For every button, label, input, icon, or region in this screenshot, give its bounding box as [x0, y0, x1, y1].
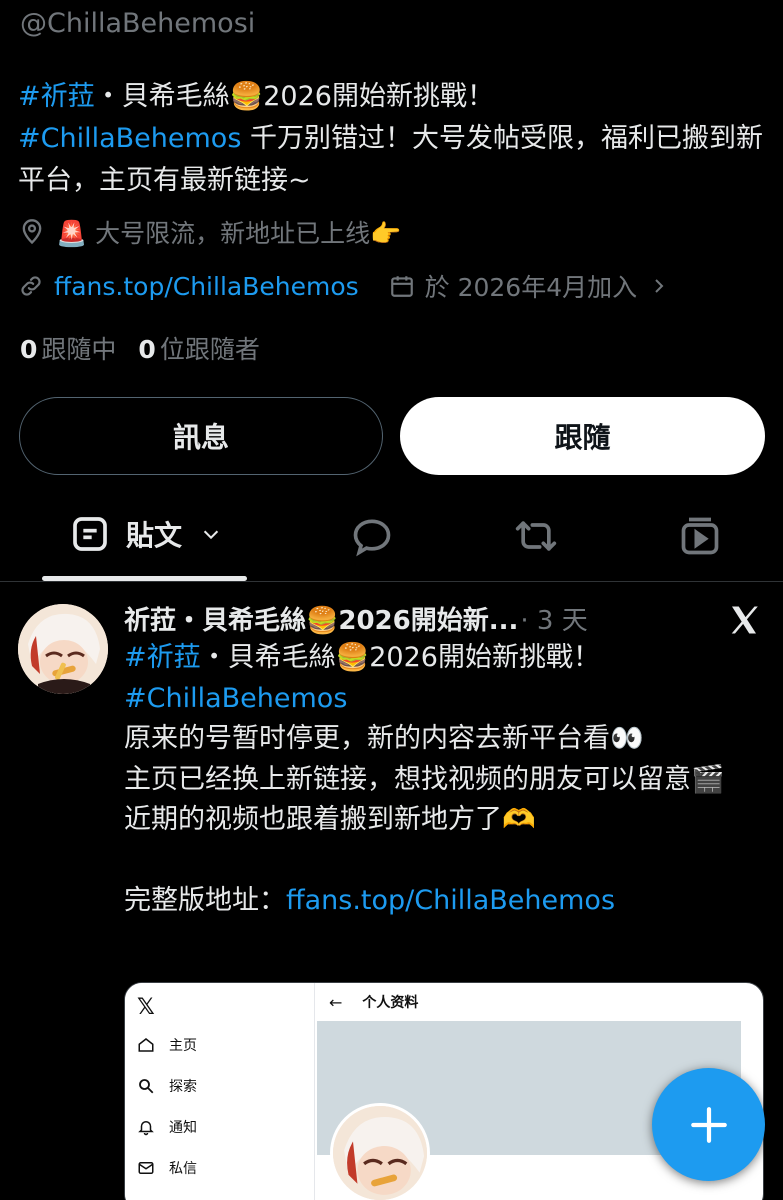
- bio-hashtag-chillabehemos[interactable]: #ChillaBehemos: [18, 123, 241, 154]
- profile-joined: 於 2026年4月加入: [389, 268, 669, 304]
- location-pin-icon: [22, 219, 42, 245]
- followers-count: 0: [138, 335, 156, 364]
- post-time[interactable]: · 3 天: [520, 600, 587, 637]
- mail-icon: [137, 1159, 155, 1177]
- embed-nav-notifications-label: 通知: [169, 1120, 197, 1136]
- embed-nav-messages: 私信: [137, 1158, 197, 1178]
- tab-posts[interactable]: 貼文: [70, 514, 222, 554]
- plus-icon: [690, 1106, 727, 1143]
- calendar-icon: [390, 276, 413, 297]
- post-hashtag-chillabehemos[interactable]: #ChillaBehemos: [124, 683, 347, 714]
- embed-title: 个人资料: [362, 995, 419, 1011]
- chevron-down-icon[interactable]: [200, 523, 222, 545]
- chevron-right-icon[interactable]: [649, 274, 669, 298]
- profile-location: 🚨 大号限流，新地址已上线👉: [18, 214, 401, 250]
- post-line3: 原来的号暂时停更，新的内容去新平台看👀: [124, 723, 644, 754]
- embed-nav-explore-label: 探索: [169, 1079, 197, 1095]
- follow-button[interactable]: 跟隨: [400, 397, 765, 475]
- post-line1: ・貝希毛絲🍔2026開始新挑戰！: [200, 642, 600, 673]
- bell-icon: [137, 1118, 155, 1136]
- embed-nav-messages-label: 私信: [169, 1161, 197, 1177]
- location-text: 🚨 大号限流，新地址已上线👉: [56, 219, 402, 248]
- post-text: #祈菈・貝希毛絲🍔2026開始新挑戰！ #ChillaBehemos 原来的号暂…: [124, 638, 769, 921]
- tab-active-indicator: [42, 576, 247, 581]
- post-line4: 主页已经换上新链接，想找视频的朋友可以留意🎬: [124, 763, 725, 795]
- post-line5: 近期的视频也跟着搬到新地方了🫶: [124, 804, 536, 835]
- avatar-image: [18, 604, 108, 694]
- compose-button[interactable]: [652, 1068, 765, 1181]
- profile-bio: #祈菈・貝希毛絲🍔2026開始新挑戰！ #ChillaBehemos 千万别错过…: [18, 76, 768, 202]
- embed-nav-explore: 探索: [137, 1076, 197, 1096]
- back-arrow-icon: ←: [329, 992, 343, 1012]
- repost-icon: [515, 521, 557, 551]
- message-button[interactable]: 訊息: [19, 397, 383, 475]
- post-hashtag-chilla[interactable]: #祈菈: [124, 642, 201, 673]
- followers-label: 位跟隨者: [159, 335, 260, 364]
- post-line6-prefix: 完整版地址：: [124, 884, 286, 916]
- post-header: 祈菈・貝希毛絲🍔2026開始新... · 3 天: [124, 600, 588, 637]
- avatar[interactable]: [18, 604, 108, 694]
- profile-handle: @ChillaBehemosi: [20, 8, 256, 39]
- profile-meta-row: ffans.top/ChillaBehemos 於 2026年4月加入: [18, 268, 669, 304]
- embed-nav-home: 主页: [137, 1035, 197, 1055]
- x-logo-icon: [731, 606, 758, 634]
- tab-reposts[interactable]: [513, 514, 559, 558]
- following-stat[interactable]: 0 跟隨中: [20, 330, 116, 366]
- tab-replies[interactable]: [350, 514, 394, 558]
- tab-posts-label: 貼文: [126, 519, 183, 552]
- post-author-name[interactable]: 祈菈・貝希毛絲🍔2026開始新...: [124, 600, 518, 637]
- embed-nav-home-label: 主页: [169, 1038, 197, 1054]
- follow-stats: 0 跟隨中 0 位跟隨者: [20, 330, 260, 366]
- reply-icon: [353, 519, 391, 557]
- joined-text: 於 2026年4月加入: [424, 273, 638, 302]
- profile-tabs: 貼文: [0, 500, 783, 582]
- link-icon: [21, 276, 41, 296]
- profile-website-link[interactable]: ffans.top/ChillaBehemos: [54, 272, 359, 301]
- following-label: 跟隨中: [41, 335, 117, 364]
- tab-media[interactable]: [678, 514, 722, 558]
- bio-line1: ・貝希毛絲🍔2026開始新挑戰！: [94, 81, 494, 112]
- bio-hashtag-chilla[interactable]: #祈菈: [18, 81, 95, 112]
- embed-nav-notifications: 通知: [137, 1117, 197, 1137]
- posts-icon: [73, 517, 107, 551]
- home-icon: [137, 1036, 155, 1054]
- following-count: 0: [20, 335, 38, 364]
- embed-header: ← 个人资料: [317, 983, 763, 1021]
- search-icon: [137, 1077, 155, 1095]
- embed-sidebar: 𝕏 主页 探索 通知 私信: [125, 983, 315, 1200]
- embed-x-logo: 𝕏: [137, 995, 155, 1020]
- media-icon: [681, 517, 719, 555]
- embed-avatar: [330, 1103, 430, 1200]
- post-website-link[interactable]: ffans.top/ChillaBehemos: [286, 885, 615, 916]
- followers-stat[interactable]: 0 位跟隨者: [138, 330, 259, 366]
